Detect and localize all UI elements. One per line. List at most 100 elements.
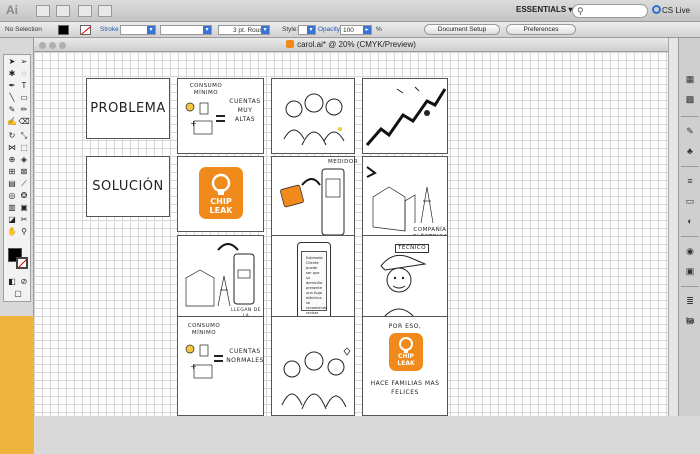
workspace-switcher[interactable]: ESSENTIALS ▾ bbox=[516, 5, 572, 14]
mesh-tool-icon[interactable]: ⊠ bbox=[18, 167, 30, 177]
scale-tool-icon[interactable]: ⤡ bbox=[18, 131, 30, 141]
opacity-input[interactable]: 100 ▸ bbox=[340, 25, 372, 35]
logo-small-line-1: CHIP bbox=[397, 353, 415, 360]
mini-bridge-icon[interactable] bbox=[56, 5, 70, 17]
magic-wand-tool-icon[interactable]: ✱ bbox=[6, 69, 18, 79]
none-color-icon[interactable]: ⊘ bbox=[18, 277, 30, 287]
opacity-unit: % bbox=[376, 26, 382, 33]
cs-live-icon[interactable] bbox=[652, 5, 661, 14]
appearance-panel-icon[interactable]: ◉ bbox=[685, 246, 695, 256]
selection-tool-icon[interactable]: ➤ bbox=[6, 57, 18, 67]
zoom-tool-icon[interactable]: ⚲ bbox=[18, 227, 30, 237]
brush-select[interactable]: 3 pt. Round ▾ bbox=[218, 25, 270, 35]
chevron-down-icon: ▾ bbox=[307, 26, 315, 34]
paintbrush-tool-icon[interactable]: ✎ bbox=[6, 105, 18, 115]
artboard-familia-preocupada[interactable] bbox=[271, 78, 355, 154]
fill-swatch[interactable] bbox=[58, 25, 69, 35]
artboard-problema[interactable]: PROBLEMA bbox=[86, 78, 170, 139]
eraser-tool-icon[interactable]: ⌫ bbox=[18, 117, 30, 127]
type-tool-icon[interactable]: T bbox=[18, 81, 30, 91]
direct-selection-tool-icon[interactable]: ➢ bbox=[18, 57, 30, 67]
symbol-sprayer-tool-icon[interactable]: ❂ bbox=[18, 191, 30, 201]
stroke-color-box[interactable] bbox=[16, 257, 28, 269]
blend-tool-icon[interactable]: ◎ bbox=[6, 191, 18, 201]
workspace-label: ESSENTIALS bbox=[516, 5, 567, 14]
preferences-button[interactable]: Preferences bbox=[506, 24, 576, 35]
swatches-panel-icon[interactable]: ▩ bbox=[685, 94, 695, 104]
chevron-right-icon: ▸ bbox=[363, 26, 371, 34]
rising-graph-illustration bbox=[365, 86, 447, 146]
graphic-styles-panel-icon[interactable]: ▣ bbox=[685, 266, 695, 276]
artboard-mensaje[interactable]: Estimado Cliente puede ser que su domici… bbox=[271, 235, 355, 329]
artboard-canvas[interactable]: PROBLEMA CONSUMO MÍNIMO + CUENTAS MUY AL… bbox=[34, 52, 668, 416]
opacity-value: 100 bbox=[343, 27, 354, 34]
eyedropper-tool-icon[interactable]: ⟋ bbox=[18, 179, 30, 189]
chip-leak-logo: CHIP LEAK bbox=[199, 167, 243, 219]
stroke-label[interactable]: Stroke bbox=[100, 26, 119, 33]
stroke-panel-icon[interactable]: ≡ bbox=[685, 176, 695, 186]
artboard-consumo-normal[interactable]: CONSUMO MÍNIMO + CUENTAS NORMALES bbox=[177, 316, 264, 416]
artboard-medidor[interactable]: MEDIDOR bbox=[271, 156, 357, 244]
artboard-familia-feliz[interactable] bbox=[271, 316, 355, 416]
search-icon: ⚲ bbox=[577, 6, 584, 16]
dock-divider bbox=[681, 166, 699, 167]
symbols-panel-icon[interactable]: ♣ bbox=[685, 146, 695, 156]
cuentas-normales-label: CUENTAS NORMALES bbox=[226, 348, 264, 364]
hand-tool-icon[interactable]: ✋ bbox=[6, 227, 18, 237]
dock-divider bbox=[681, 236, 699, 237]
variable-width-select[interactable]: ▾ bbox=[160, 25, 212, 35]
help-search-input[interactable]: ⚲ bbox=[572, 4, 648, 18]
artboard-final[interactable]: POR ESO, CHIP LEAK HACE FAMILIAS MAS FEL… bbox=[362, 316, 448, 416]
dock-divider bbox=[681, 116, 699, 117]
lasso-tool-icon[interactable]: ◌ bbox=[18, 69, 30, 79]
default-colors-icon[interactable]: ◧ bbox=[6, 277, 18, 287]
slice-tool-icon[interactable]: ◪ bbox=[6, 215, 18, 225]
chevron-down-icon: ▾ bbox=[203, 26, 211, 34]
rectangle-tool-icon[interactable]: ▭ bbox=[18, 93, 30, 103]
artboard-graph[interactable] bbox=[362, 78, 448, 154]
color-panel-icon[interactable]: ▦ bbox=[685, 74, 695, 84]
column-graph-tool-icon[interactable]: ▥ bbox=[6, 203, 18, 213]
dock-divider bbox=[681, 286, 699, 287]
vertical-scrollbar[interactable] bbox=[668, 38, 678, 416]
brushes-panel-icon[interactable]: ✎ bbox=[685, 126, 695, 136]
transparency-panel-icon[interactable]: ◐ bbox=[685, 216, 695, 226]
artboard-solucion[interactable]: SOLUCIÓN bbox=[86, 156, 170, 217]
pencil-tool-icon[interactable]: ✏ bbox=[18, 105, 30, 115]
rotate-tool-icon[interactable]: ↻ bbox=[6, 131, 18, 141]
problema-heading: PROBLEMA bbox=[90, 101, 166, 116]
document-setup-button[interactable]: Document Setup bbox=[424, 24, 500, 35]
style-select[interactable]: ▾ bbox=[298, 25, 316, 35]
stroke-weight-select[interactable]: ▾ bbox=[120, 25, 156, 35]
gradient-tool-icon[interactable]: ▤ bbox=[6, 179, 18, 189]
blob-brush-tool-icon[interactable]: ✍ bbox=[6, 117, 18, 127]
stroke-swatch[interactable] bbox=[80, 25, 91, 35]
free-transform-tool-icon[interactable]: ⬚ bbox=[18, 143, 30, 153]
arrange-documents-icon[interactable] bbox=[78, 5, 92, 17]
live-paint-tool-icon[interactable]: ◈ bbox=[18, 155, 30, 165]
opacity-label[interactable]: Opacity: bbox=[318, 26, 342, 33]
pen-tool-icon[interactable]: ✒ bbox=[6, 81, 18, 91]
perspective-grid-tool-icon[interactable]: ⊞ bbox=[6, 167, 18, 177]
artboard-compania[interactable]: COMPAÑÍA ELÉCTRICA bbox=[362, 156, 448, 244]
line-tool-icon[interactable]: ╲ bbox=[6, 93, 18, 103]
panel-partial-label: ka bbox=[686, 316, 695, 325]
artboard-logo[interactable]: CHIP LEAK bbox=[177, 156, 264, 232]
logo-small-line-2: LEAK bbox=[397, 360, 415, 367]
artboard-tecnico[interactable]: TÉCNICO bbox=[362, 235, 448, 329]
cs-live-button[interactable]: CS Live bbox=[662, 6, 690, 15]
worried-family-illustration bbox=[283, 93, 345, 146]
bridge-icon[interactable] bbox=[36, 5, 50, 17]
screen-mode-tool-icon[interactable]: ▢ bbox=[12, 289, 24, 299]
artboard-tool-icon[interactable]: ▣ bbox=[18, 203, 30, 213]
layers-panel-icon[interactable]: ≣ bbox=[685, 296, 695, 306]
artboard-consumo-alto[interactable]: CONSUMO MÍNIMO + CUENTAS MUY ALTAS bbox=[177, 78, 264, 154]
width-tool-icon[interactable]: ⋈ bbox=[6, 143, 18, 153]
shape-builder-tool-icon[interactable]: ⊕ bbox=[6, 155, 18, 165]
document-title: carol.ai* @ 20% (CMYK/Preview) bbox=[34, 40, 668, 49]
scissors-tool-icon[interactable]: ✂ bbox=[18, 215, 30, 225]
artboard-llegan[interactable]: LLEGAN DE LA COMPAÑÍA ELÉCTRICA bbox=[177, 235, 264, 330]
gradient-panel-icon[interactable]: ▭ bbox=[685, 196, 695, 206]
screen-mode-icon[interactable] bbox=[98, 5, 112, 17]
happy-family-illustration bbox=[281, 347, 351, 410]
